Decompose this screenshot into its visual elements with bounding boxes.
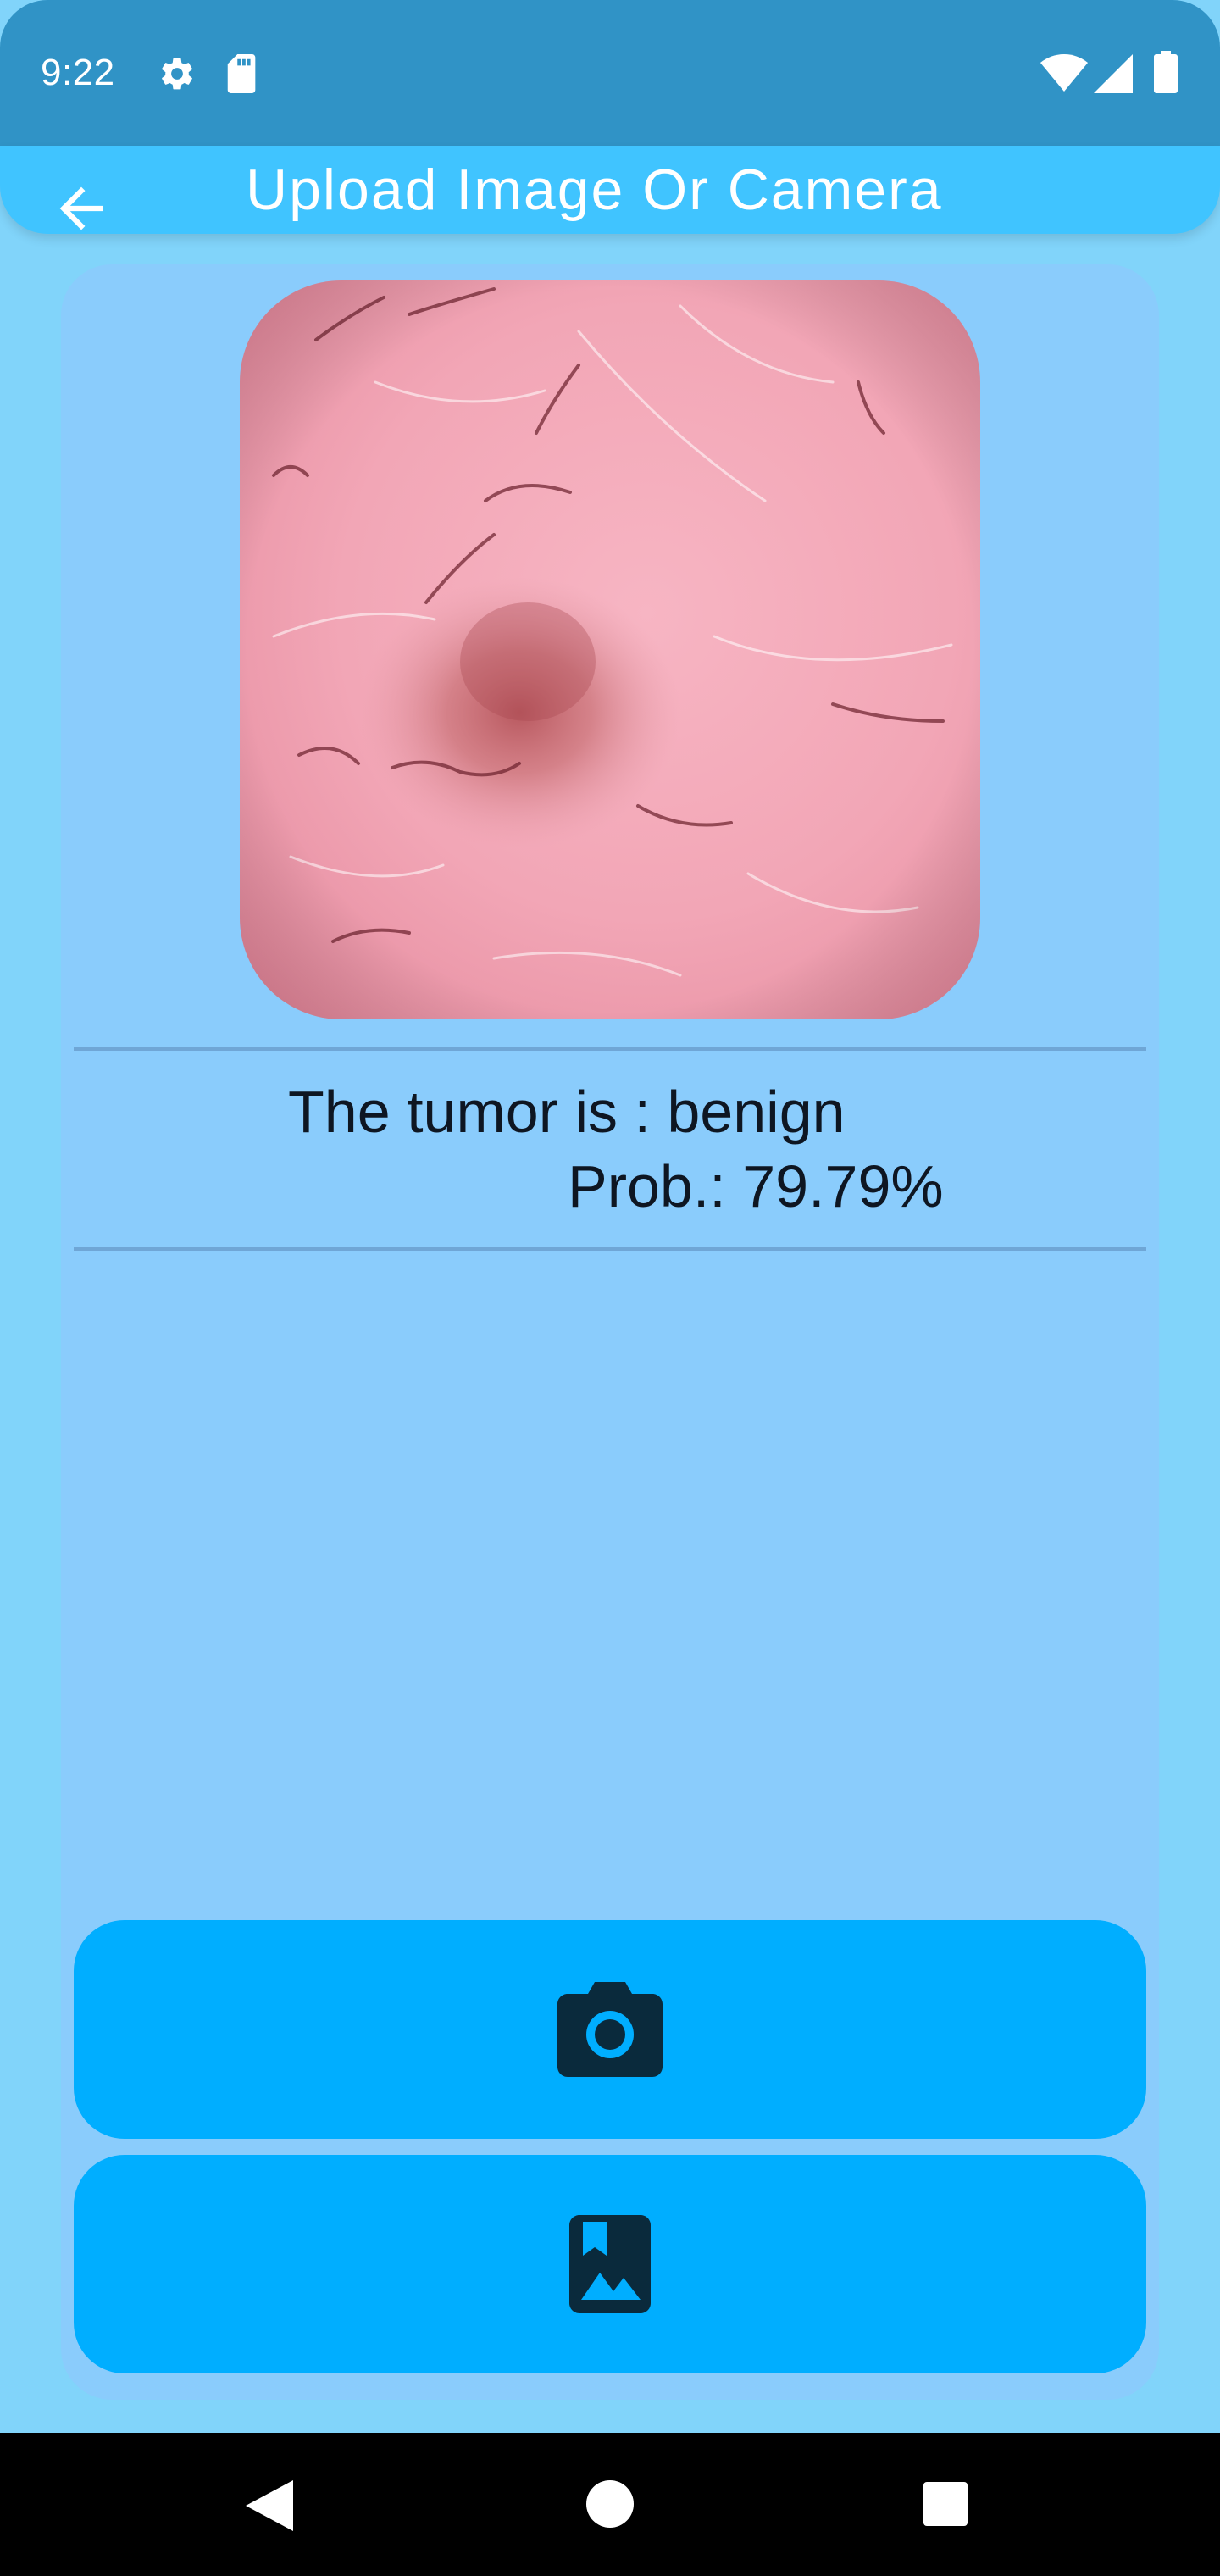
gallery-button[interactable] <box>74 2155 1146 2373</box>
photo-album-icon <box>569 2215 651 2313</box>
camera-button[interactable] <box>74 1920 1146 2139</box>
arrow-back-icon[interactable] <box>49 176 114 241</box>
divider <box>74 1047 1146 1051</box>
gear-icon <box>162 58 192 90</box>
nav-home-icon[interactable] <box>586 2480 634 2528</box>
nav-recents-icon[interactable] <box>923 2482 968 2526</box>
system-nav-bar <box>0 2433 1220 2576</box>
app-bar: Upload Image Or Camera <box>0 146 1220 234</box>
page-title: Upload Image Or Camera <box>246 158 943 222</box>
nav-back-icon[interactable] <box>246 2480 293 2531</box>
sd-card-icon <box>227 54 256 93</box>
status-time: 9:22 <box>41 52 115 93</box>
camera-icon <box>557 1982 663 2077</box>
result-probability: Prob.: 79.79% <box>568 1153 944 1219</box>
wifi-icon <box>1040 54 1088 92</box>
skin-lesion-image <box>240 280 980 1019</box>
cell-signal-icon <box>1094 54 1133 93</box>
battery-icon <box>1154 51 1178 93</box>
status-bar: 9:22 <box>0 0 1220 146</box>
divider <box>74 1247 1146 1251</box>
result-label: The tumor is : benign <box>288 1079 846 1145</box>
